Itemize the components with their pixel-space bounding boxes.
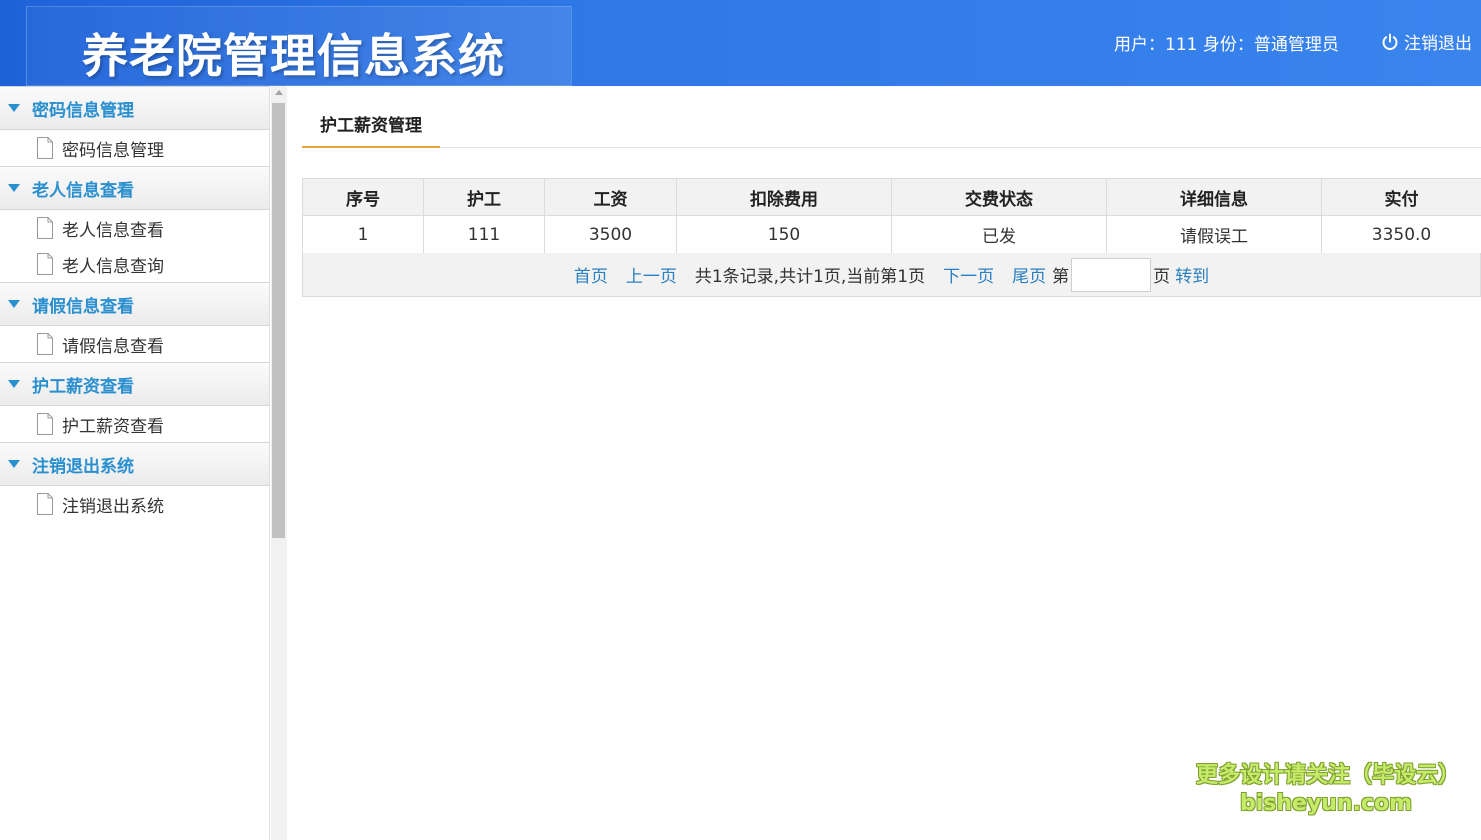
sidebar-item-leave-view[interactable]: 请假信息查看 bbox=[0, 326, 269, 362]
sidebar-item-label: 老人信息查看 bbox=[62, 220, 164, 241]
file-icon bbox=[37, 137, 53, 159]
column-header-details: 详细信息 bbox=[1106, 178, 1322, 216]
table-cell: 1 bbox=[302, 215, 424, 254]
sidebar-group-label: 密码信息管理 bbox=[32, 100, 134, 121]
triangle-down-icon bbox=[8, 104, 20, 112]
column-header-salary: 工资 bbox=[544, 178, 677, 216]
table-cell: 150 bbox=[676, 215, 892, 254]
sidebar-item-label: 注销退出系统 bbox=[62, 496, 164, 517]
sidebar-group-label: 护工薪资查看 bbox=[32, 376, 134, 397]
triangle-down-icon bbox=[8, 460, 20, 468]
sidebar: 密码信息管理 密码信息管理 老人信息查看 老人信息查看 老人信息查询 请假信息查… bbox=[0, 86, 270, 840]
sidebar-group-password[interactable]: 密码信息管理 bbox=[0, 86, 269, 130]
file-icon bbox=[37, 333, 53, 355]
last-page-link[interactable]: 尾页 bbox=[1012, 262, 1046, 287]
sidebar-item-label: 请假信息查看 bbox=[62, 336, 164, 357]
column-header-payment-status: 交费状态 bbox=[891, 178, 1107, 216]
page-number-input[interactable] bbox=[1071, 257, 1152, 292]
page-prefix-label: 第 bbox=[1052, 267, 1070, 287]
file-icon bbox=[37, 217, 53, 239]
user-info: 用户：111 身份：普通管理员 bbox=[1114, 35, 1339, 55]
pagination-bar: 首页 上一页 共1条记录,共计1页,当前第1页 下一页 尾页 第 页 转到 bbox=[302, 253, 1481, 297]
column-header-actual-paid: 实付 bbox=[1321, 178, 1481, 216]
table-cell: 3500 bbox=[544, 215, 677, 254]
goto-page-link[interactable]: 转到 bbox=[1175, 262, 1209, 287]
salary-table: 序号 护工 工资 扣除费用 交费状态 详细信息 实付 1 111 3500 15… bbox=[302, 178, 1481, 254]
app-title: 养老院管理信息系统 bbox=[82, 29, 505, 83]
column-header-index: 序号 bbox=[302, 178, 424, 216]
tab-salary-management[interactable]: 护工薪资管理 bbox=[302, 100, 440, 148]
sidebar-group-logout[interactable]: 注销退出系统 bbox=[0, 442, 269, 486]
watermark: 更多设计请关注（毕设云） bisheyun.com bbox=[1196, 762, 1461, 818]
first-page-link[interactable]: 首页 bbox=[574, 262, 608, 287]
triangle-down-icon bbox=[8, 380, 20, 388]
watermark-line-1: 更多设计请关注（毕设云） bbox=[1196, 763, 1461, 788]
table-row: 1 111 3500 150 已发 请假误工 3350.0 bbox=[302, 215, 1481, 254]
table-cell: 111 bbox=[423, 215, 545, 254]
table-cell: 3350.0 bbox=[1321, 215, 1481, 254]
sidebar-item-label: 密码信息管理 bbox=[62, 140, 164, 161]
watermark-line-2: bisheyun.com bbox=[1239, 791, 1413, 816]
file-icon bbox=[37, 413, 53, 435]
sidebar-group-label: 老人信息查看 bbox=[32, 180, 134, 201]
next-page-link[interactable]: 下一页 bbox=[943, 262, 994, 287]
triangle-down-icon bbox=[8, 184, 20, 192]
table-cell: 已发 bbox=[891, 215, 1107, 254]
sidebar-group-leave[interactable]: 请假信息查看 bbox=[0, 282, 269, 326]
file-icon bbox=[37, 493, 53, 515]
page-suffix-label: 页 bbox=[1153, 267, 1171, 287]
pagination-summary: 共1条记录,共计1页,当前第1页 bbox=[694, 267, 926, 287]
scroll-up-arrow-icon[interactable] bbox=[275, 90, 283, 95]
sidebar-item-logout-system[interactable]: 注销退出系统 bbox=[0, 486, 269, 522]
table-cell: 请假误工 bbox=[1106, 215, 1322, 254]
sidebar-group-elder[interactable]: 老人信息查看 bbox=[0, 166, 269, 210]
sidebar-item-elder-query[interactable]: 老人信息查询 bbox=[0, 246, 269, 282]
column-header-caregiver: 护工 bbox=[423, 178, 545, 216]
sidebar-item-salary-view[interactable]: 护工薪资查看 bbox=[0, 406, 269, 442]
sidebar-item-elder-view[interactable]: 老人信息查看 bbox=[0, 210, 269, 246]
table-header-row: 序号 护工 工资 扣除费用 交费状态 详细信息 实付 bbox=[302, 178, 1481, 216]
sidebar-group-label: 请假信息查看 bbox=[32, 296, 134, 317]
sidebar-item-label: 护工薪资查看 bbox=[62, 416, 164, 437]
triangle-down-icon bbox=[8, 300, 20, 308]
tab-bar: 护工薪资管理 bbox=[302, 100, 1481, 148]
logout-label: 注销退出 bbox=[1404, 34, 1472, 54]
power-icon bbox=[1382, 33, 1398, 50]
sidebar-group-label: 注销退出系统 bbox=[32, 456, 134, 477]
sidebar-group-salary[interactable]: 护工薪资查看 bbox=[0, 362, 269, 406]
top-header: 养老院管理信息系统 用户：111 身份：普通管理员 注销退出 bbox=[0, 0, 1481, 86]
column-header-deduction: 扣除费用 bbox=[676, 178, 892, 216]
logout-link[interactable]: 注销退出 bbox=[1380, 29, 1472, 54]
sidebar-item-password-management[interactable]: 密码信息管理 bbox=[0, 130, 269, 166]
file-icon bbox=[37, 253, 53, 275]
sidebar-scrollbar-thumb[interactable] bbox=[272, 103, 285, 538]
sidebar-item-label: 老人信息查询 bbox=[62, 256, 164, 277]
prev-page-link[interactable]: 上一页 bbox=[626, 262, 677, 287]
